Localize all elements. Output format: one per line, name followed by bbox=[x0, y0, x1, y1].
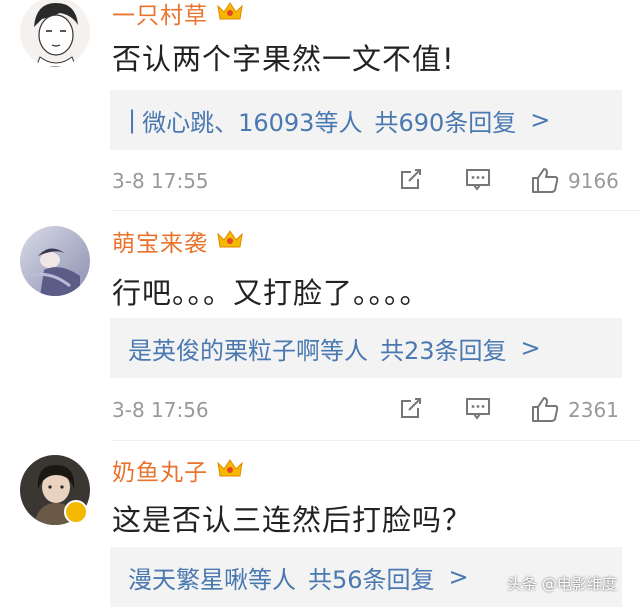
reply-summary[interactable]: | 微心跳、16093等人 共690条回复 > bbox=[110, 90, 622, 150]
reply-total: 共23条回复 bbox=[380, 336, 507, 365]
crown-badge-icon bbox=[216, 457, 244, 483]
chevron-right-icon: > bbox=[448, 563, 469, 591]
chevron-right-icon: > bbox=[530, 106, 551, 134]
avatar[interactable] bbox=[20, 0, 90, 67]
comment-text: 行吧。。。又打脸了。。。。 bbox=[112, 276, 430, 310]
comment-meta: 3-8 17:55 9166 bbox=[112, 166, 622, 196]
username[interactable]: 奶鱼丸子 bbox=[112, 453, 208, 487]
reply-total: 共56条回复 bbox=[308, 565, 435, 594]
reply-prefix: | bbox=[128, 106, 137, 134]
reply-users: 是英俊的栗粒子啊等人 bbox=[128, 336, 368, 365]
like-icon[interactable] bbox=[530, 166, 560, 194]
username[interactable]: 萌宝来袭 bbox=[112, 224, 208, 258]
avatar[interactable] bbox=[20, 226, 90, 296]
share-icon[interactable] bbox=[398, 395, 424, 421]
chevron-right-icon: > bbox=[520, 334, 541, 362]
comment-text: 否认两个字果然一文不值! bbox=[112, 42, 455, 76]
crown-badge-icon bbox=[216, 228, 244, 254]
crown-badge-icon bbox=[216, 0, 244, 26]
reply-summary[interactable]: 是英俊的栗粒子啊等人 共23条回复 > bbox=[110, 318, 622, 378]
divider bbox=[112, 440, 640, 441]
reply-users: 微心跳、16093等人 bbox=[142, 108, 363, 137]
timestamp: 3-8 17:56 bbox=[112, 398, 209, 422]
username[interactable]: 一只村草 bbox=[112, 0, 208, 30]
comment-text: 这是否认三连然后打脸吗？ bbox=[112, 503, 473, 537]
reply-users: 漫天繁星啾等人 bbox=[128, 565, 296, 594]
divider bbox=[112, 210, 640, 211]
comment-icon[interactable] bbox=[464, 166, 492, 192]
timestamp: 3-8 17:55 bbox=[112, 169, 209, 193]
like-count: 9166 bbox=[568, 169, 619, 193]
share-icon[interactable] bbox=[398, 166, 424, 192]
comment-meta: 3-8 17:56 2361 bbox=[112, 395, 622, 425]
like-count: 2361 bbox=[568, 398, 619, 422]
reply-total: 共690条回复 bbox=[374, 108, 517, 137]
comment-icon[interactable] bbox=[464, 395, 492, 421]
verified-badge-icon bbox=[64, 500, 88, 524]
like-icon[interactable] bbox=[530, 395, 560, 423]
watermark: 头条 @电影维度 bbox=[507, 575, 617, 593]
